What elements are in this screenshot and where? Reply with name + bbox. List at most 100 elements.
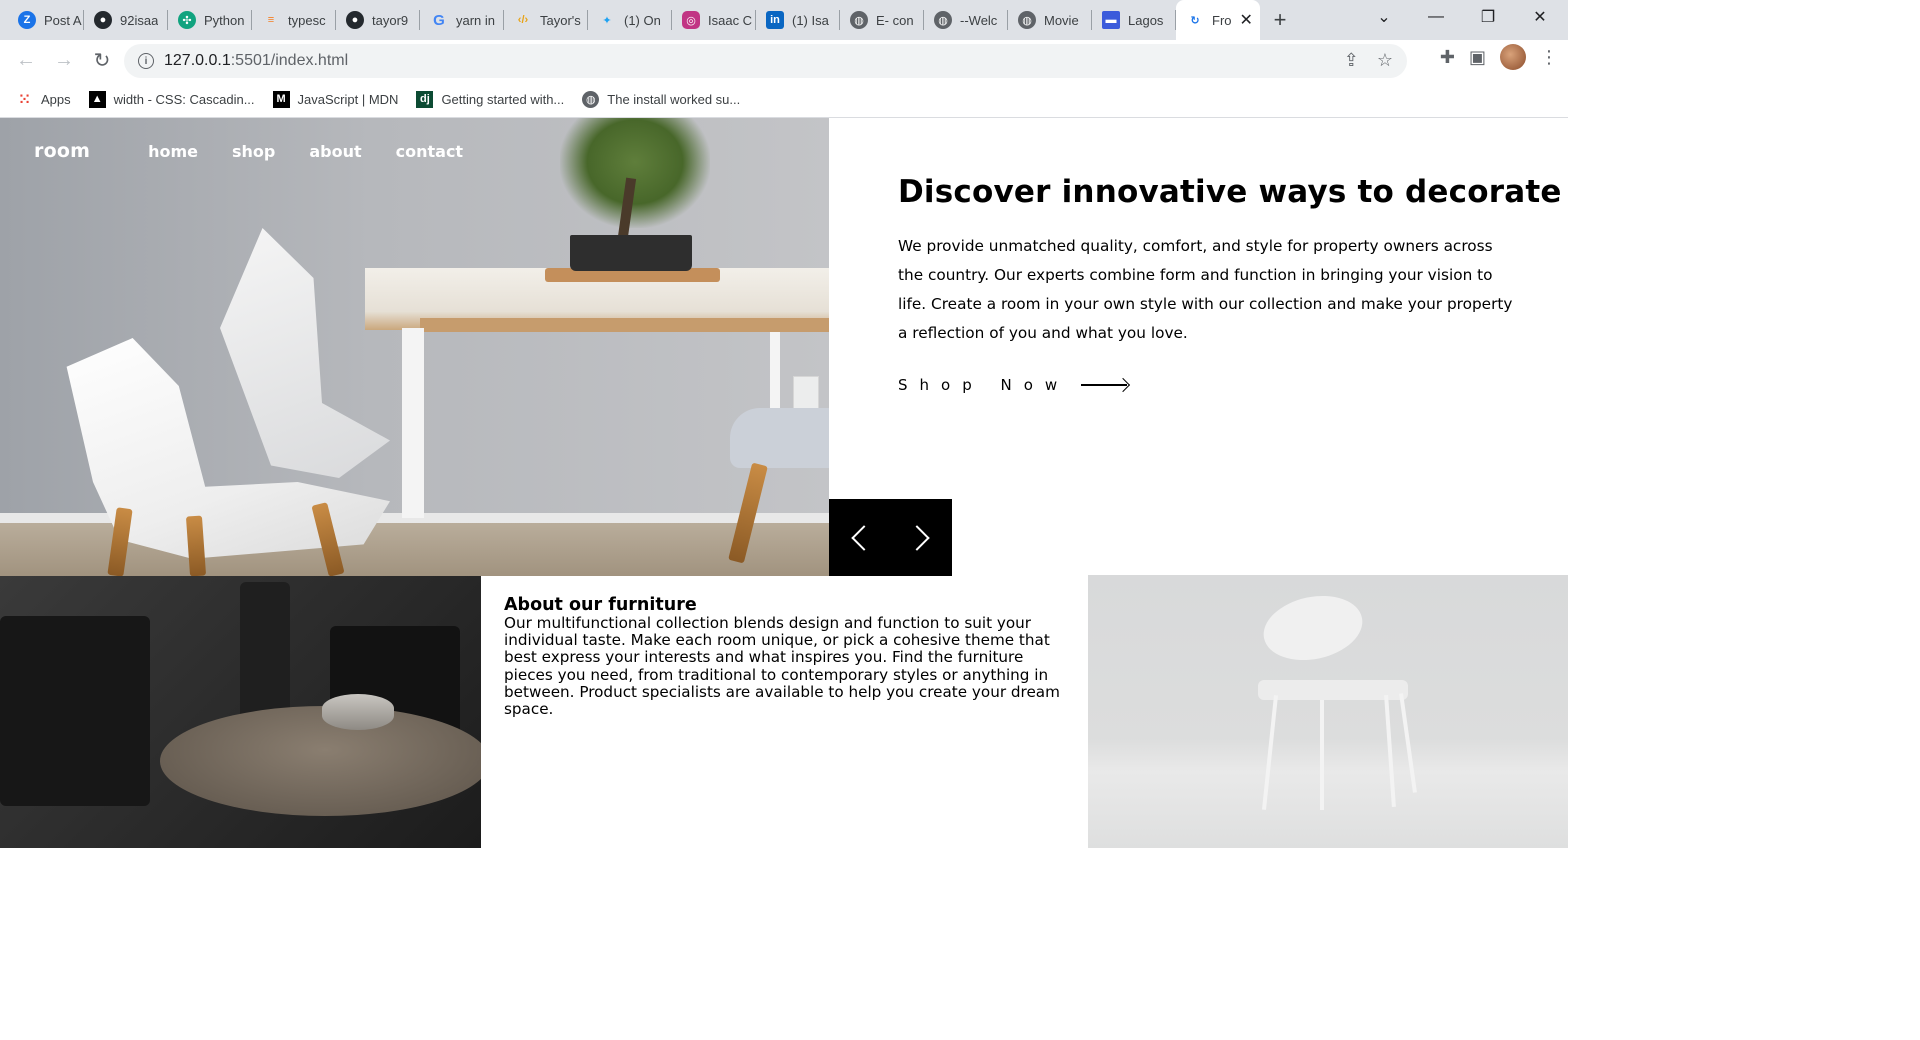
side-panel-icon[interactable]: ▣ [1469, 47, 1486, 68]
browser-tab[interactable]: G yarn in [420, 0, 504, 40]
bookmark-apps[interactable]: ⁙ Apps [16, 91, 71, 108]
tab-title: tayor9 [372, 12, 409, 28]
tab-title: yarn in [456, 12, 496, 28]
window-close-icon[interactable]: ✕ [1514, 0, 1566, 34]
browser-tab[interactable]: ✦ (1) On [588, 0, 672, 40]
chair-leg [1399, 693, 1417, 793]
browser-tab[interactable]: in (1) Isa [756, 0, 840, 40]
bookmark-label: width - CSS: Cascadin... [113, 91, 255, 107]
globe-icon: ◍ [934, 11, 952, 29]
shop-now-label: Shop Now [898, 376, 1070, 394]
bookmark-item[interactable]: ▲ width - CSS: Cascadin... [88, 90, 255, 108]
browser-tab[interactable]: Z Post A [0, 0, 84, 40]
browser-tab[interactable]: ✣ Python [168, 0, 252, 40]
bookmark-item[interactable]: dj Getting started with... [416, 90, 564, 108]
site-info-icon[interactable]: i [138, 53, 154, 69]
tab-search-icon[interactable]: ⌄ [1358, 0, 1410, 34]
mdn-m-icon: M [272, 90, 290, 108]
restore-icon[interactable]: ❐ [1462, 0, 1514, 34]
close-tab-icon[interactable]: ✕ [1240, 10, 1253, 30]
nav-link-contact[interactable]: contact [396, 142, 463, 161]
menu-kebab-icon[interactable]: ⋮ [1540, 47, 1558, 68]
chair-leg [1262, 695, 1278, 810]
github-icon: ● [94, 11, 112, 29]
chevron-left-icon [850, 524, 877, 551]
browser-tab-active[interactable]: ↻ Fro ✕ [1176, 0, 1260, 40]
browser-tab[interactable]: ◍ Movie [1008, 0, 1092, 40]
hero-description: We provide unmatched quality, comfort, a… [898, 237, 1513, 342]
about-description: Our multifunctional collection blends de… [504, 614, 1060, 719]
browser-tab[interactable]: ● tayor9 [336, 0, 420, 40]
flag-icon: ▬ [1102, 11, 1120, 29]
bookmark-item[interactable]: ◍ The install worked su... [582, 90, 740, 108]
browser-tab[interactable]: ◎ Isaac C [672, 0, 756, 40]
share-icon[interactable]: ⇪ [1344, 50, 1359, 71]
reload-icon[interactable]: ↻ [84, 43, 120, 79]
address-bar[interactable]: i 127.0.0.1:5501/index.html ⇪ ☆ [124, 44, 1407, 78]
github-icon: ● [346, 11, 364, 29]
browser-tab[interactable]: ◍ E- con [840, 0, 924, 40]
table-edge [420, 318, 829, 332]
slider-prev-button[interactable] [829, 499, 890, 576]
vscode-live-icon: ↻ [1190, 14, 1200, 27]
round-coffee-table [160, 706, 481, 816]
bookmark-star-icon[interactable]: ☆ [1377, 50, 1393, 71]
forward-icon[interactable]: → [46, 43, 82, 79]
back-icon[interactable]: ← [8, 43, 44, 79]
tab-title: Fro [1212, 12, 1232, 28]
url-host: 127.0.0.1 [164, 52, 231, 69]
browser-tab[interactable]: ● 92isaa [84, 0, 168, 40]
stackoverflow-icon: ≡ [267, 14, 275, 26]
profile-avatar[interactable] [1500, 44, 1526, 70]
extensions-icon[interactable]: ✚ [1440, 47, 1455, 68]
tab-title: Movie [1044, 12, 1079, 28]
shop-now-link[interactable]: Shop Now [898, 376, 1518, 394]
minimize-icon[interactable]: — [1410, 0, 1462, 34]
nav-link-about[interactable]: about [309, 142, 361, 161]
about-section: About our furniture Our multifunctional … [504, 595, 1074, 718]
tab-title: E- con [876, 12, 914, 28]
mdn-icon: ▲ [88, 90, 106, 108]
site-nav: room home shop about contact [34, 140, 497, 162]
hero-image: room home shop about contact [0, 118, 829, 576]
blue-chair [730, 408, 829, 468]
bonsai-foliage [560, 118, 710, 228]
apps-grid-icon: ⁙ [18, 90, 31, 107]
url-text: 127.0.0.1:5501/index.html [164, 52, 348, 70]
table-leg [770, 332, 780, 412]
browser-tab[interactable]: ‹/› Tayor's [504, 0, 588, 40]
linkedin-icon: in [766, 11, 784, 29]
code-icon: ‹/› [517, 14, 529, 26]
browser-tab[interactable]: ▬ Lagos [1092, 0, 1176, 40]
nav-link-home[interactable]: home [148, 142, 198, 161]
hero-title: Discover innovative ways to decorate [898, 174, 1562, 210]
tab-title: Isaac C [708, 12, 753, 28]
globe-icon: ◍ [582, 90, 600, 108]
tab-title: (1) On [624, 12, 661, 28]
dark-furniture-image [0, 576, 481, 848]
tab-title: --Welc [960, 12, 998, 28]
instagram-icon: ◎ [682, 11, 700, 29]
django-icon: dj [416, 90, 434, 108]
slider-next-button[interactable] [890, 499, 951, 576]
tab-title: typesc [288, 12, 326, 28]
browser-tab[interactable]: ◍ --Welc [924, 0, 1008, 40]
globe-icon: ◍ [1018, 11, 1036, 29]
site-logo[interactable]: room [34, 140, 90, 162]
nav-link-shop[interactable]: shop [232, 142, 275, 161]
tab-title: Lagos [1128, 12, 1164, 28]
new-tab-button[interactable]: + [1260, 0, 1300, 40]
zoho-icon: Z [18, 11, 36, 29]
slider-controls [829, 499, 952, 576]
tab-title: Python [204, 12, 245, 28]
chevron-right-icon [903, 524, 930, 551]
chair-backrest [1257, 587, 1369, 669]
bonsai-pot [570, 235, 692, 271]
bookmark-label: JavaScript | MDN [297, 91, 399, 107]
browser-tab[interactable]: ≡ typesc [252, 0, 336, 40]
bookmark-item[interactable]: M JavaScript | MDN [272, 90, 399, 108]
ceramic-bowl [322, 694, 394, 730]
about-title: About our furniture [504, 595, 697, 615]
openai-icon: ✣ [178, 11, 196, 29]
chair-leg [1384, 694, 1396, 808]
